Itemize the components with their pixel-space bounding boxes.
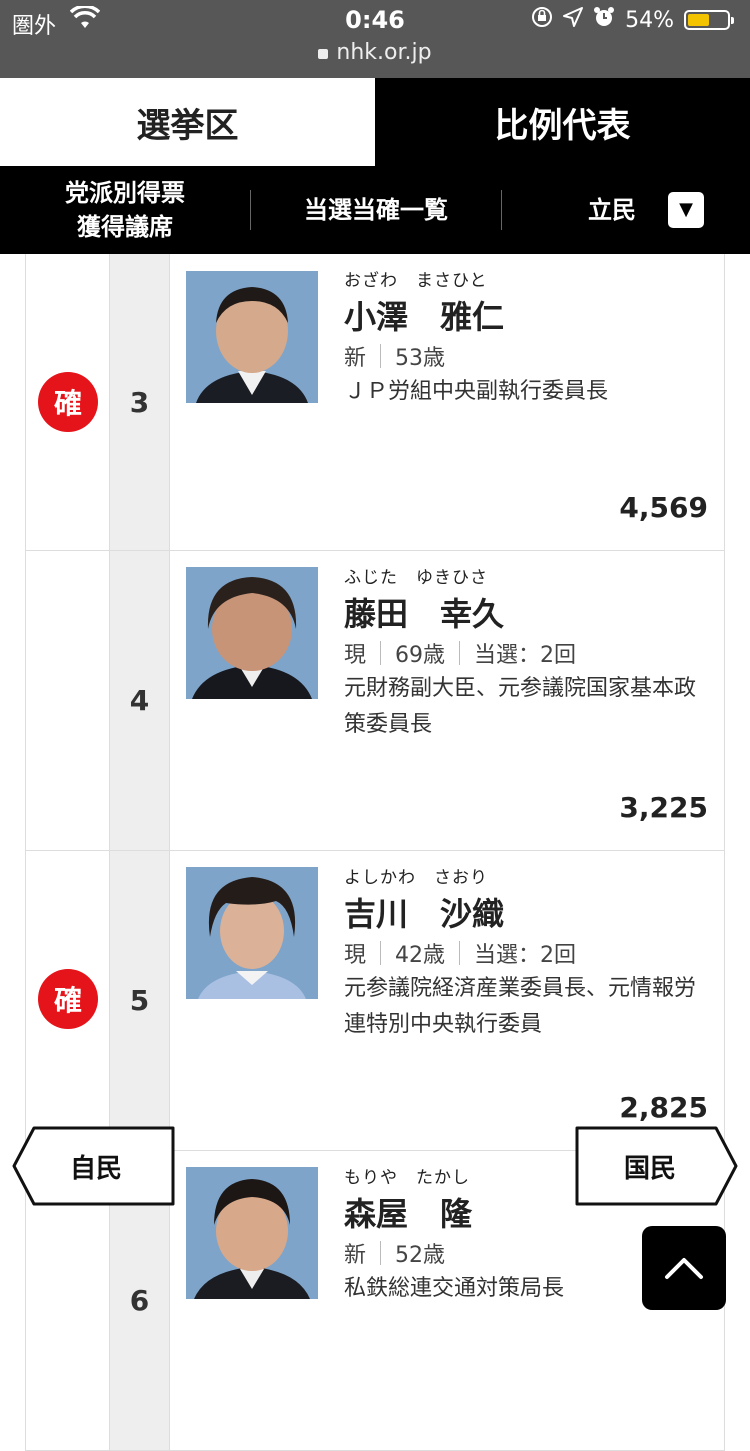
- candidate-age: 42歳: [395, 943, 446, 968]
- candidate-photo: [186, 271, 318, 403]
- sub-navigation: 党派別得票獲得議席 当選当確一覧 立民 ▼: [0, 166, 750, 254]
- nav-party-votes-line1: 党派別得票: [65, 179, 185, 207]
- chevron-up-icon: [665, 1258, 703, 1279]
- url-text: nhk.or.jp: [336, 40, 432, 65]
- nav-party-votes-line2: 獲得議席: [77, 213, 173, 241]
- battery-icon: [684, 10, 734, 30]
- elected-badge: 確: [38, 372, 98, 432]
- candidate-kana: もりや たかし: [344, 1168, 470, 1188]
- candidate-age: 69歳: [395, 643, 446, 668]
- alarm-icon: [593, 6, 615, 34]
- status-bar: 圏外 0:46 nhk.or.jp 54%: [0, 0, 750, 78]
- rank-number: 5: [110, 851, 170, 1150]
- candidate-terms: 当選：2回: [474, 943, 577, 968]
- candidate-status: 新: [344, 1243, 367, 1268]
- candidate-age: 53歳: [395, 346, 446, 371]
- rank-number: 4: [110, 551, 170, 850]
- candidate-meta: 現 42歳 当選：2回: [344, 937, 576, 969]
- candidate-meta: 新 53歳: [344, 340, 445, 372]
- next-party-button[interactable]: 国民: [574, 1126, 738, 1206]
- location-icon: [563, 7, 584, 33]
- tab-district[interactable]: 選挙区: [0, 78, 375, 166]
- candidate-name: 藤田 幸久: [344, 595, 505, 633]
- candidate-status: 新: [344, 346, 367, 371]
- candidate-career: 元参議院経済産業委員長、元情報労連特別中央執行委員: [344, 976, 697, 1037]
- battery-percent: 54%: [625, 7, 674, 33]
- list-item[interactable]: 確 3 おざわ まさひと 小澤 雅仁 新 53歳 ＪＰ労組中央副執行委員長 4,…: [25, 254, 725, 551]
- next-party-label: 国民: [624, 1153, 677, 1184]
- election-type-tabs: 選挙区 比例代表: [0, 78, 750, 166]
- candidate-name: 吉川 沙織: [344, 895, 505, 933]
- candidate-photo: [186, 867, 318, 999]
- candidate-photo: [186, 567, 318, 699]
- vote-count: 3,225: [619, 791, 708, 824]
- candidate-kana: おざわ まさひと: [344, 271, 488, 291]
- candidate-age: 52歳: [395, 1243, 446, 1268]
- party-selector[interactable]: 立民 ▼: [502, 192, 728, 228]
- dropdown-icon[interactable]: ▼: [668, 192, 704, 228]
- elected-badge: 確: [38, 969, 98, 1029]
- candidate-career: 元財務副大臣、元参議院国家基本政策委員長: [344, 676, 697, 737]
- address-bar[interactable]: nhk.or.jp: [0, 40, 750, 65]
- candidate-status: 現: [344, 943, 367, 968]
- candidate-meta: 新 52歳: [344, 1237, 445, 1269]
- candidate-meta: 現 69歳 当選：2回: [344, 637, 576, 669]
- tab-proportional[interactable]: 比例代表: [375, 78, 750, 166]
- party-selector-label: 立民: [588, 196, 636, 224]
- list-item[interactable]: 確 5 よしかわ さおり 吉川 沙織 現 42歳 当選：2回 元参議院経済産業委…: [25, 851, 725, 1151]
- candidate-list: 確 3 おざわ まさひと 小澤 雅仁 新 53歳 ＪＰ労組中央副執行委員長 4,…: [25, 254, 725, 1451]
- candidate-kana: よしかわ さおり: [344, 868, 488, 888]
- back-to-top-button[interactable]: [642, 1226, 726, 1310]
- vote-count: 2,825: [619, 1091, 708, 1124]
- candidate-photo: [186, 1167, 318, 1299]
- candidate-name: 森屋 隆: [344, 1195, 473, 1233]
- candidate-name: 小澤 雅仁: [344, 298, 505, 336]
- candidate-status: 現: [344, 643, 367, 668]
- nav-winners-list[interactable]: 当選当確一覧: [251, 193, 501, 227]
- candidate-kana: ふじた ゆきひさ: [344, 568, 488, 588]
- vote-count: 4,569: [619, 491, 708, 524]
- prev-party-label: 自民: [70, 1153, 123, 1184]
- lock-icon: [318, 49, 329, 59]
- candidate-career: ＪＰ労組中央副執行委員長: [344, 379, 609, 404]
- candidate-terms: 当選：2回: [474, 643, 577, 668]
- list-item[interactable]: 4 ふじた ゆきひさ 藤田 幸久 現 69歳 当選：2回 元財務副大臣、元参議院…: [25, 551, 725, 851]
- nav-party-votes[interactable]: 党派別得票 獲得議席: [0, 176, 250, 244]
- rotation-lock-icon: [531, 6, 553, 34]
- prev-party-button[interactable]: 自民: [12, 1126, 176, 1206]
- rank-number: 3: [110, 254, 170, 550]
